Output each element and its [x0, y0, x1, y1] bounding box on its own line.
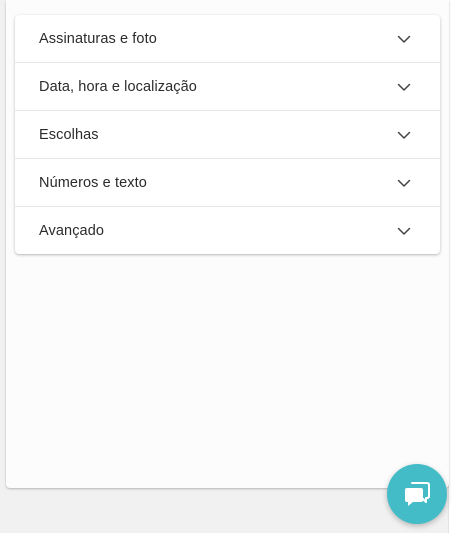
- accordion-item-label: Números e texto: [39, 174, 147, 191]
- right-edge-strip: [448, 0, 455, 533]
- chevron-down-icon: [397, 83, 411, 91]
- accordion-item-data-hora-localizacao[interactable]: Data, hora e localização: [15, 63, 440, 111]
- accordion-item-numeros-e-texto[interactable]: Números e texto: [15, 159, 440, 207]
- accordion-item-label: Data, hora e localização: [39, 78, 197, 95]
- accordion-item-label: Avançado: [39, 222, 105, 239]
- accordion-item-assinaturas-e-foto[interactable]: Assinaturas e foto: [15, 15, 440, 63]
- chevron-down-icon: [397, 227, 411, 235]
- chat-button[interactable]: [387, 464, 447, 524]
- chevron-down-icon: [397, 131, 411, 139]
- accordion-item-label: Assinaturas e foto: [39, 30, 157, 47]
- chevron-down-icon: [397, 35, 411, 43]
- field-category-accordion: Assinaturas e foto Data, hora e localiza…: [15, 15, 440, 254]
- chat-bubble-icon: [405, 482, 430, 506]
- accordion-item-escolhas[interactable]: Escolhas: [15, 111, 440, 159]
- chevron-down-icon: [397, 179, 411, 187]
- accordion-item-avancado[interactable]: Avançado: [15, 207, 440, 254]
- accordion-item-label: Escolhas: [39, 126, 99, 143]
